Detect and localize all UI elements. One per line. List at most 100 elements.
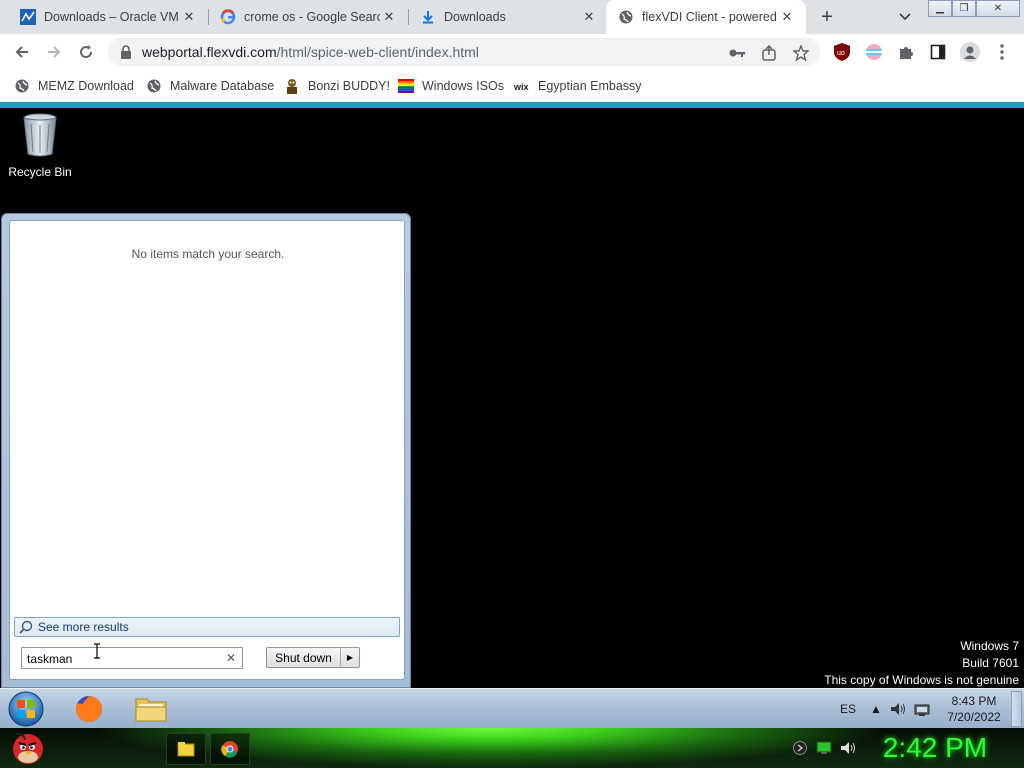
shutdown-button-group: Shut down ▶ bbox=[266, 647, 360, 668]
watermark-line: This copy of Windows is not genuine bbox=[824, 673, 1019, 687]
bookmark-malware-database[interactable]: Malware Database bbox=[146, 76, 274, 96]
address-bar[interactable]: webportal.flexvdi.com/html/spice-web-cli… bbox=[108, 38, 820, 66]
bookmark-windows-isos[interactable]: Windows ISOs bbox=[398, 76, 504, 96]
remote-clock[interactable]: 8:43 PM 7/20/2022 bbox=[940, 693, 1008, 725]
key-icon[interactable] bbox=[728, 44, 746, 62]
search-icon bbox=[19, 620, 33, 634]
bonzi-icon bbox=[284, 78, 300, 94]
ublock-icon[interactable]: uo bbox=[832, 42, 852, 62]
menu-kebab-icon[interactable] bbox=[992, 42, 1012, 62]
firefox-icon bbox=[76, 696, 102, 722]
remote-date: 7/20/2022 bbox=[947, 710, 1001, 724]
show-desktop-button[interactable] bbox=[1011, 691, 1022, 727]
volume-icon[interactable] bbox=[890, 689, 906, 729]
profile-avatar[interactable] bbox=[960, 42, 980, 62]
close-window-button[interactable]: ✕ bbox=[976, 0, 1020, 17]
tab-title: crome os - Google Search bbox=[244, 10, 380, 24]
globe-icon bbox=[14, 78, 30, 94]
tab-google-search[interactable]: crome os - Google Search ✕ bbox=[200, 0, 408, 34]
start-button-angry-bird-icon[interactable] bbox=[8, 729, 48, 767]
rainbow-flag-icon bbox=[398, 78, 414, 94]
tray-app-icon[interactable] bbox=[792, 740, 808, 756]
host-taskbar: 2:42 PM bbox=[0, 728, 1024, 768]
taskbar-explorer[interactable] bbox=[134, 692, 168, 726]
bookmark-label: Malware Database bbox=[170, 79, 275, 93]
see-more-label: See more results bbox=[38, 620, 129, 634]
oracle-vm-icon bbox=[20, 9, 36, 25]
bookmark-label: Windows ISOs bbox=[422, 79, 504, 93]
language-indicator[interactable]: ES bbox=[840, 689, 856, 729]
wix-icon: wix bbox=[514, 78, 530, 94]
share-icon[interactable] bbox=[760, 44, 778, 62]
tab-title: flexVDI Client - powered bbox=[642, 10, 777, 24]
globe-icon bbox=[146, 78, 162, 94]
puzzle-icon[interactable] bbox=[896, 42, 916, 62]
start-search-input[interactable] bbox=[27, 651, 217, 667]
chrome-icon bbox=[221, 741, 238, 758]
svg-text:wix: wix bbox=[514, 82, 529, 91]
start-search-box[interactable]: ✕ bbox=[21, 647, 243, 669]
tab-title: Downloads – Oracle VM V bbox=[44, 10, 180, 24]
url-text: webportal.flexvdi.com/html/spice-web-cli… bbox=[142, 44, 479, 60]
new-tab-button[interactable]: + bbox=[816, 6, 838, 28]
clear-search-icon[interactable]: ✕ bbox=[226, 651, 236, 665]
tab-downloads[interactable]: Downloads ✕ bbox=[400, 0, 608, 34]
network-icon[interactable] bbox=[914, 689, 930, 729]
google-icon bbox=[220, 9, 236, 25]
browser-toolbar: webportal.flexvdi.com/html/spice-web-cli… bbox=[0, 34, 1024, 70]
bookmark-label: MEMZ Download bbox=[38, 79, 134, 93]
tab-flexvdi-client[interactable]: flexVDI Client - powered ✕ bbox=[606, 0, 806, 34]
forward-button[interactable] bbox=[42, 40, 66, 64]
side-panel-icon[interactable] bbox=[928, 42, 948, 62]
recycle-bin-icon bbox=[23, 113, 57, 157]
svg-text:uo: uo bbox=[837, 50, 845, 57]
see-more-results-link[interactable]: See more results bbox=[14, 617, 400, 637]
tab-strip: Downloads – Oracle VM V ✕ crome os - Goo… bbox=[0, 0, 1024, 34]
search-results-pane: No items match your search. See more res… bbox=[9, 220, 405, 680]
watermark-line: Windows 7 bbox=[960, 639, 1019, 653]
recycle-bin-label: Recycle Bin bbox=[8, 165, 72, 179]
back-button[interactable] bbox=[10, 40, 34, 64]
host-taskbar-explorer[interactable] bbox=[166, 733, 206, 765]
bookmark-memz-download[interactable]: MEMZ Download bbox=[14, 76, 134, 96]
screen: Downloads – Oracle VM V ✕ crome os - Goo… bbox=[0, 0, 1024, 768]
recycle-bin-shortcut[interactable]: Recycle Bin bbox=[6, 112, 74, 179]
tab-title: Downloads bbox=[444, 10, 506, 24]
tab-oracle-downloads[interactable]: Downloads – Oracle VM V ✕ bbox=[0, 0, 208, 34]
bookmark-label: Bonzi BUDDY! bbox=[308, 79, 390, 93]
close-icon[interactable]: ✕ bbox=[180, 8, 198, 26]
lock-icon[interactable] bbox=[120, 45, 132, 64]
reload-button[interactable] bbox=[74, 40, 98, 64]
shutdown-button[interactable]: Shut down bbox=[267, 648, 341, 667]
start-menu: No items match your search. See more res… bbox=[1, 213, 411, 688]
bookmark-label: Egyptian Embassy bbox=[538, 79, 642, 93]
tray-monitor-icon[interactable] bbox=[816, 740, 832, 756]
close-icon[interactable]: ✕ bbox=[580, 8, 598, 26]
bookmarks-bar: MEMZ Download Malware Database Bonzi BUD… bbox=[0, 70, 1024, 102]
folder-icon bbox=[177, 742, 195, 757]
shutdown-options-arrow-icon[interactable]: ▶ bbox=[341, 648, 359, 667]
bookmark-bonzi-buddy[interactable]: Bonzi BUDDY! bbox=[284, 76, 390, 96]
bookmark-egyptian-embassy[interactable]: wix Egyptian Embassy bbox=[514, 76, 642, 96]
minimize-button[interactable]: ▁ bbox=[928, 0, 952, 17]
taskbar-firefox[interactable] bbox=[72, 692, 106, 726]
extension-flag-icon[interactable] bbox=[864, 42, 884, 62]
close-icon[interactable]: ✕ bbox=[380, 8, 398, 26]
start-orb-button[interactable] bbox=[6, 690, 46, 728]
tab-search-chevron-icon[interactable] bbox=[896, 8, 914, 26]
url-path: /html/spice-web-client/index.html bbox=[276, 44, 479, 60]
volume-icon[interactable] bbox=[840, 740, 856, 756]
text-cursor-icon bbox=[94, 643, 100, 664]
url-host: webportal.flexvdi.com bbox=[142, 44, 277, 60]
close-icon[interactable]: ✕ bbox=[778, 8, 796, 26]
restore-button[interactable]: ❐ bbox=[952, 0, 976, 17]
globe-icon bbox=[618, 9, 634, 25]
host-taskbar-chrome[interactable] bbox=[210, 733, 250, 765]
host-clock[interactable]: 2:42 PM bbox=[880, 732, 990, 764]
folder-icon bbox=[135, 698, 167, 722]
watermark-line: Build 7601 bbox=[962, 656, 1019, 670]
remote-time: 8:43 PM bbox=[951, 694, 997, 708]
download-icon bbox=[420, 9, 436, 25]
star-icon[interactable] bbox=[792, 44, 810, 62]
show-hidden-icons-icon[interactable]: ▲ bbox=[870, 689, 882, 729]
